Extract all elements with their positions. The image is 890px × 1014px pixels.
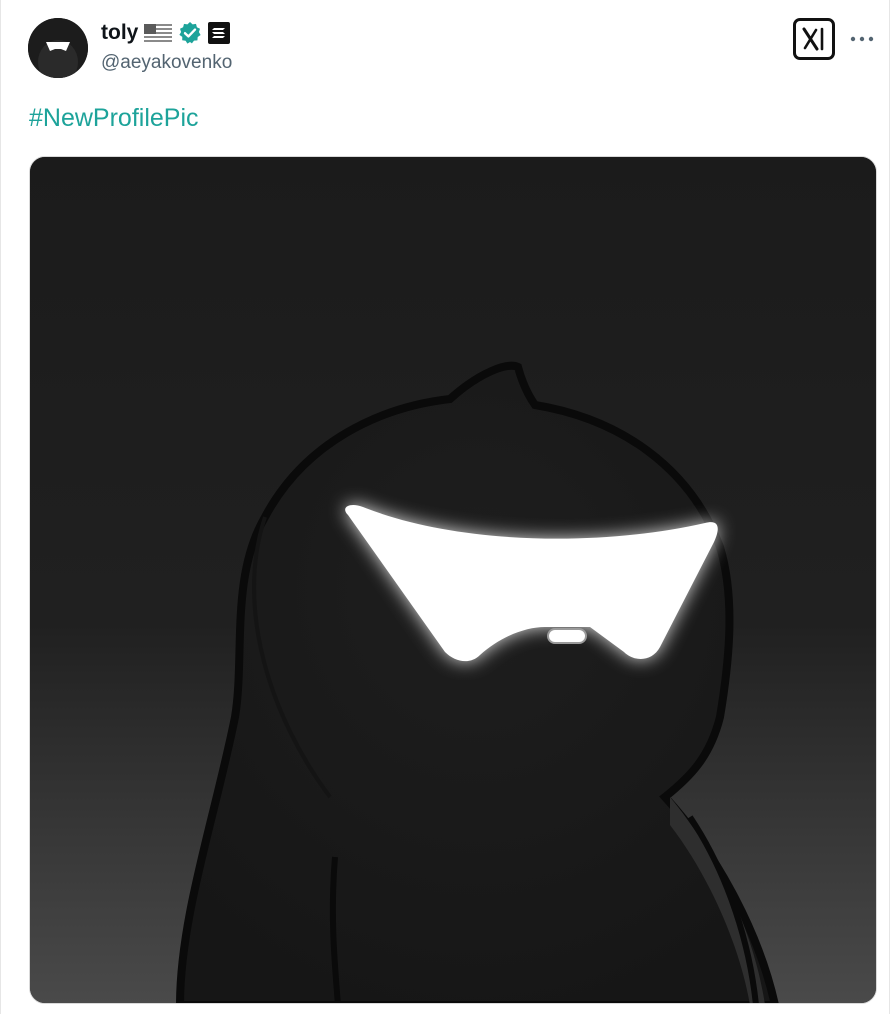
solana-logo-icon — [208, 22, 231, 44]
author-display-name[interactable]: toly — [101, 21, 138, 45]
us-flag-icon — [144, 24, 173, 42]
profile-picture-image[interactable] — [29, 156, 877, 1004]
more-options-icon[interactable] — [847, 24, 877, 54]
author-name-row: toly — [101, 19, 231, 47]
hashtag-link[interactable]: #NewProfilePic — [29, 104, 199, 133]
x-logo-icon[interactable] — [793, 18, 835, 60]
avatar-image — [28, 18, 88, 78]
verified-badge-icon — [178, 21, 202, 45]
tweet-card: toly @aeyakovenko #NewProfilePic — [0, 0, 890, 1014]
author-handle[interactable]: @aeyakovenko — [101, 52, 232, 74]
avatar[interactable] — [28, 18, 88, 78]
